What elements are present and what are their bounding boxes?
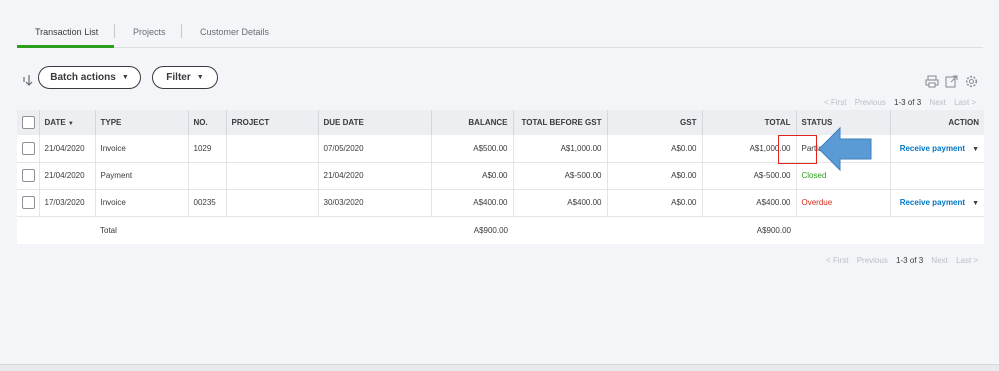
cell-no — [188, 162, 227, 190]
row-select-cell — [17, 135, 40, 163]
pager-first[interactable]: < First — [826, 256, 848, 265]
header-due-date[interactable]: DUE DATE — [318, 110, 432, 135]
batch-actions-label: Batch actions — [50, 72, 116, 83]
pager-previous[interactable]: Previous — [857, 256, 888, 265]
cell-no: 1029 — [188, 135, 227, 163]
cell-due-date: 07/05/2020 — [318, 135, 432, 163]
cell-project — [226, 135, 319, 163]
pager-bottom: < First Previous 1-3 of 3 Next Last > — [826, 256, 978, 265]
tab-divider — [114, 24, 115, 38]
filter-button[interactable]: Filter ▼ — [152, 66, 218, 89]
cell-total: A$-500.00 — [702, 162, 797, 190]
cell-gst: A$0.00 — [607, 162, 703, 190]
cell-date: 21/04/2020 — [39, 162, 96, 190]
cell-date: 21/04/2020 — [39, 135, 96, 163]
total-balance: A$900.00 — [473, 225, 508, 235]
select-all-cell — [17, 110, 40, 135]
export-icon[interactable] — [945, 75, 958, 91]
cell-project — [226, 189, 319, 217]
pager-last[interactable]: Last > — [956, 256, 978, 265]
annotation-arrow-icon — [818, 126, 872, 172]
total-label: Total — [100, 225, 117, 235]
sort-down-icon: ▼ — [67, 121, 74, 127]
print-icon[interactable] — [925, 75, 939, 91]
select-all-checkbox[interactable] — [22, 116, 35, 129]
chevron-down-icon: ▼ — [121, 74, 129, 81]
cell-date: 17/03/2020 — [39, 189, 96, 217]
status-highlight-box — [778, 135, 817, 164]
cell-action — [890, 162, 984, 190]
tab-transaction-list[interactable]: Transaction List — [35, 27, 98, 37]
header-total[interactable]: TOTAL — [702, 110, 797, 135]
header-project[interactable]: PROJECT — [226, 110, 319, 135]
cell-gst: A$0.00 — [607, 135, 703, 163]
row-select-cell — [17, 189, 40, 217]
cell-due-date: 30/03/2020 — [318, 189, 432, 217]
row-select-cell — [17, 162, 40, 190]
chevron-down-icon[interactable]: ▼ — [972, 200, 979, 207]
tab-divider — [181, 24, 182, 38]
active-tab-indicator — [17, 45, 114, 48]
cell-no: 00235 — [188, 189, 227, 217]
cell-project — [226, 162, 319, 190]
cell-due-date: 21/04/2020 — [318, 162, 432, 190]
cell-balance: A$400.00 — [431, 189, 514, 217]
cell-gst: A$0.00 — [607, 189, 703, 217]
pager-last[interactable]: Last > — [954, 98, 976, 107]
pager-top: < First Previous 1-3 of 3 Next Last > — [824, 98, 976, 107]
row-checkbox[interactable] — [22, 169, 35, 182]
cell-balance: A$0.00 — [431, 162, 514, 190]
chevron-down-icon: ▼ — [196, 74, 204, 81]
tab-bar: Transaction List Projects Customer Detai… — [17, 21, 983, 48]
cell-total-before-gst: A$400.00 — [513, 189, 608, 217]
header-date[interactable]: DATE ▼ — [39, 110, 96, 135]
total-row: Total A$900.00 A$900.00 — [17, 216, 984, 244]
header-action: ACTION — [890, 110, 984, 135]
header-no[interactable]: NO. — [188, 110, 227, 135]
cell-action: Receive payment ▼ — [890, 189, 984, 217]
header-type[interactable]: TYPE — [95, 110, 189, 135]
filter-label: Filter — [166, 72, 191, 83]
tab-projects[interactable]: Projects — [133, 27, 166, 37]
total-amount: A$900.00 — [756, 225, 791, 235]
gear-icon[interactable] — [965, 75, 978, 91]
pager-previous[interactable]: Previous — [855, 98, 886, 107]
cell-total-before-gst: A$1,000.00 — [513, 135, 608, 163]
pager-next[interactable]: Next — [929, 98, 945, 107]
pager-first[interactable]: < First — [824, 98, 846, 107]
cell-type: Invoice — [95, 135, 189, 163]
cell-type: Invoice — [95, 189, 189, 217]
receive-payment-link[interactable]: Receive payment — [900, 198, 965, 207]
row-checkbox[interactable] — [22, 141, 35, 155]
header-balance[interactable]: BALANCE — [431, 110, 514, 135]
cell-action: Receive payment ▼ — [890, 135, 984, 163]
row-checkbox[interactable] — [22, 196, 35, 209]
sort-arrow-icon[interactable] — [22, 74, 33, 90]
chevron-down-icon[interactable]: ▼ — [972, 146, 979, 153]
cell-type: Payment — [95, 162, 189, 190]
cell-total: A$400.00 — [702, 189, 797, 217]
header-gst[interactable]: GST — [607, 110, 703, 135]
pager-range: 1-3 of 3 — [896, 256, 924, 265]
cell-balance: A$500.00 — [431, 135, 514, 163]
cell-total-before-gst: A$-500.00 — [513, 162, 608, 190]
table-row[interactable]: 17/03/2020 Invoice 00235 30/03/2020 A$40… — [17, 189, 984, 217]
batch-actions-button[interactable]: Batch actions ▼ — [38, 66, 141, 89]
pager-next[interactable]: Next — [931, 256, 947, 265]
tab-customer-details[interactable]: Customer Details — [200, 27, 269, 37]
header-date-label: DATE — [44, 118, 66, 127]
cell-status: Overdue — [796, 189, 891, 217]
header-total-before-gst[interactable]: TOTAL BEFORE GST — [513, 110, 608, 135]
receive-payment-link[interactable]: Receive payment — [900, 144, 965, 153]
pager-range: 1-3 of 3 — [894, 98, 922, 107]
